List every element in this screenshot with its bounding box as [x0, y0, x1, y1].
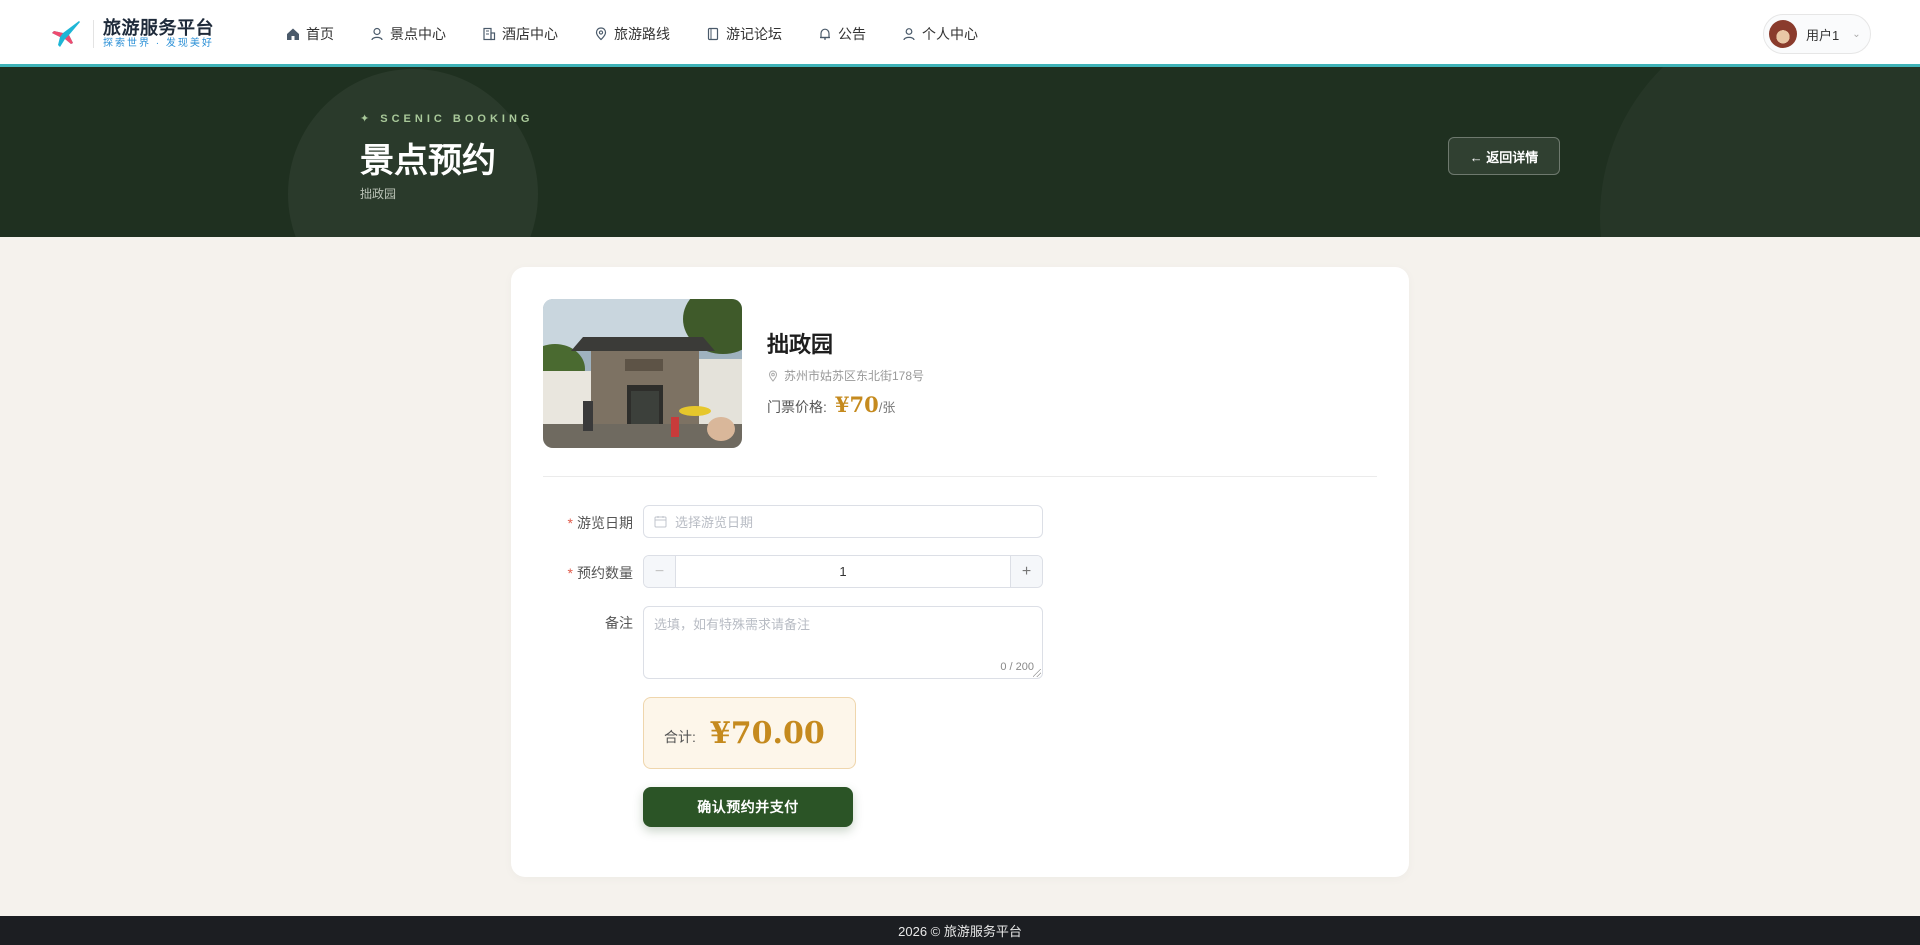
remark-char-count: 0 / 200 — [1000, 661, 1034, 673]
required-mark: * — [567, 515, 573, 531]
increase-button[interactable]: + — [1010, 556, 1042, 587]
hero-tag: ✦ SCENIC BOOKING — [360, 113, 534, 125]
confirm-and-pay-button[interactable]: 确认预约并支付 — [643, 787, 853, 827]
user-name: 用户1 — [1806, 27, 1840, 43]
map-pin-icon — [595, 27, 607, 41]
nav-item-scenic[interactable]: 景点中心 — [370, 24, 446, 44]
nav-item-label: 旅游路线 — [614, 26, 670, 42]
main-nav: 首页 景点中心 酒店中心 旅游路线 游记论坛 公告 个人中心 — [286, 20, 1014, 48]
scenic-spot-image — [543, 299, 742, 448]
chevron-down-icon: ⌄ — [1852, 28, 1861, 40]
hero-banner: ✦ SCENIC BOOKING 景点预约 拙政园 ← 返回详情 — [0, 67, 1920, 237]
nav-item-forum[interactable]: 游记论坛 — [706, 24, 782, 44]
ticket-price: 门票价格: ¥70 /张 — [767, 392, 895, 417]
divider — [543, 476, 1377, 477]
book-icon — [707, 27, 719, 41]
copyright-text: 2026 © 旅游服务平台 — [898, 924, 1022, 939]
remark-placeholder: 选填，如有特殊需求请备注 — [654, 617, 811, 632]
required-mark: * — [567, 565, 573, 581]
total-label: 合计: — [664, 729, 696, 745]
nav-item-hotel[interactable]: 酒店中心 — [482, 24, 558, 44]
page-title: 景点预约 — [360, 141, 496, 181]
user-menu[interactable]: 用户1 ⌄ — [1763, 14, 1871, 54]
quantity-input[interactable]: 1 — [676, 556, 1010, 587]
brand-name: 旅游服务平台 — [103, 18, 214, 38]
location-icon — [768, 369, 778, 382]
decrease-button[interactable]: − — [644, 556, 676, 587]
price-label: 门票价格: — [767, 399, 827, 415]
total-summary: 合计: ¥70.00 — [643, 697, 856, 769]
building-icon — [483, 27, 496, 41]
scenic-spot-name: 拙政园 — [767, 332, 834, 357]
nav-item-label: 首页 — [306, 26, 334, 42]
resize-handle-icon[interactable] — [1033, 669, 1041, 677]
remark-label: 备注 — [605, 615, 633, 631]
price-unit: /张 — [878, 400, 896, 415]
airplane-logo-icon — [52, 21, 80, 47]
top-header: 旅游服务平台 探索世界 · 发现美好 首页 景点中心 酒店中心 旅游路线 游记论… — [0, 0, 1920, 67]
nav-item-label: 公告 — [838, 26, 866, 42]
brand[interactable]: 旅游服务平台 探索世界 · 发现美好 — [50, 16, 214, 52]
total-amount: ¥70.00 — [709, 715, 825, 751]
user-icon — [903, 28, 915, 41]
booking-card: 拙政园 苏州市姑苏区东北街178号 门票价格: ¥70 /张 * 游览日期 选择游… — [511, 267, 1409, 877]
visit-date-placeholder: 选择游览日期 — [675, 515, 754, 530]
visit-date-picker[interactable]: 选择游览日期 — [643, 505, 1043, 538]
page-subtitle: 拙政园 — [360, 187, 397, 201]
remark-textarea[interactable]: 选填，如有特殊需求请备注 0 / 200 — [643, 606, 1043, 679]
avatar — [1769, 20, 1797, 48]
nav-item-home[interactable]: 首页 — [286, 24, 334, 44]
scenic-spot-address: 苏州市姑苏区东北街178号 — [767, 367, 924, 384]
garden-gate-photo — [543, 299, 742, 448]
user-pin-icon — [371, 27, 383, 41]
nav-item-notice[interactable]: 公告 — [818, 24, 866, 44]
brand-divider — [93, 20, 94, 48]
home-icon — [287, 28, 299, 40]
visit-date-label: * 游览日期 — [543, 513, 633, 533]
back-to-detail-button[interactable]: ← 返回详情 — [1448, 137, 1560, 175]
quantity-label: * 预约数量 — [543, 563, 633, 583]
quantity-stepper: − 1 + — [643, 555, 1043, 588]
quantity-label-text: 预约数量 — [577, 565, 633, 581]
nav-item-routes[interactable]: 旅游路线 — [594, 24, 670, 44]
hero-decor-circle — [1600, 67, 1920, 237]
nav-item-label: 游记论坛 — [726, 26, 782, 42]
nav-item-label: 景点中心 — [390, 26, 446, 42]
price-value: ¥70 — [834, 392, 879, 417]
brand-slogan: 探索世界 · 发现美好 — [103, 38, 214, 49]
nav-item-label: 酒店中心 — [502, 26, 558, 42]
footer: 2026 © 旅游服务平台 — [0, 916, 1920, 945]
bell-icon — [820, 28, 830, 40]
visit-date-label-text: 游览日期 — [577, 515, 633, 531]
address-text: 苏州市姑苏区东北街178号 — [784, 369, 925, 383]
nav-item-label: 个人中心 — [922, 26, 978, 42]
calendar-icon — [654, 516, 667, 528]
nav-item-profile[interactable]: 个人中心 — [902, 24, 978, 44]
